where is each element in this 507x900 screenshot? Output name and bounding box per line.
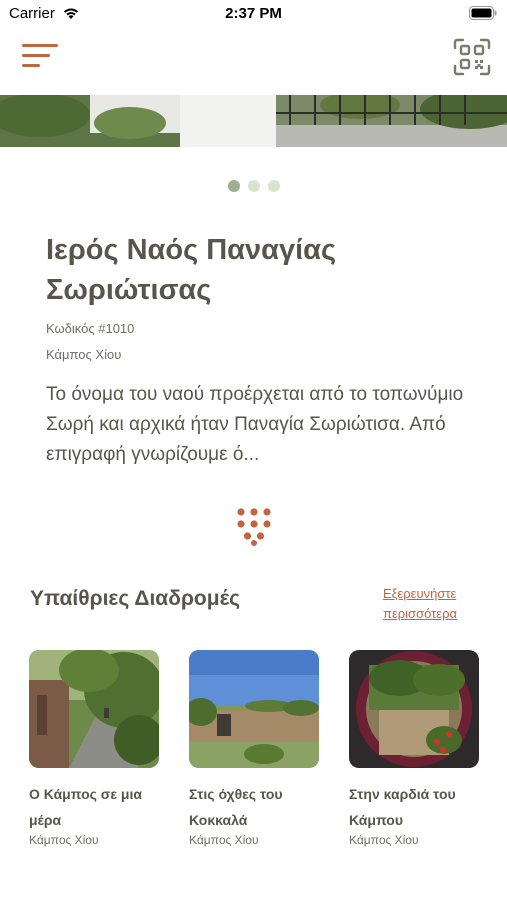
status-time: 2:37 PM	[225, 5, 282, 22]
route-location: Κάμπος Χίου	[29, 833, 99, 847]
route-title: Στην καρδιά του Κάμπου	[349, 786, 456, 828]
route-thumbnail	[29, 650, 159, 768]
route-card[interactable]: Στις όχθες του Κοκκαλά Κάμπος Χίου	[189, 650, 321, 847]
menu-button[interactable]	[22, 42, 60, 70]
route-title: Στις όχθες του Κοκκαλά	[189, 786, 283, 828]
explore-more-link[interactable]: Εξερευνήστε περισσότερα	[383, 584, 493, 624]
hero-photo	[0, 95, 507, 147]
route-card[interactable]: Στην καρδιά του Κάμπου Κάμπος Χίου	[349, 650, 481, 847]
site-code: Κωδικός #1010	[46, 321, 135, 336]
route-location: Κάμπος Χίου	[349, 833, 419, 847]
carousel-dot[interactable]	[247, 180, 260, 192]
status-bar: Carrier 2:37 PM	[0, 0, 507, 30]
battery-icon	[469, 6, 497, 20]
site-location: Κάμπος Χίου	[46, 347, 122, 362]
site-title: Ιερός Ναός Παναγίας Σωριώτισας	[46, 234, 337, 306]
route-thumbnail	[189, 650, 319, 768]
qr-code-scan-icon[interactable]	[453, 38, 491, 76]
carousel-dot[interactable]	[267, 180, 280, 192]
site-description: Το όνομα του ναού προέρχεται από το τοπω…	[46, 384, 464, 465]
route-title: Ο Κάμπος σε μια μέρα	[29, 786, 142, 828]
carousel-dot[interactable]	[227, 180, 240, 192]
hero-image[interactable]	[0, 95, 507, 147]
dot-grid-icon[interactable]	[234, 506, 274, 546]
section-title-outdoor-routes: Υπαίθριες Διαδρομές	[30, 587, 240, 610]
route-location: Κάμπος Χίου	[189, 833, 259, 847]
route-card[interactable]: Ο Κάμπος σε μια μέρα Κάμπος Χίου	[29, 650, 161, 847]
carousel-pagination	[0, 180, 507, 192]
route-thumbnail	[349, 650, 479, 768]
